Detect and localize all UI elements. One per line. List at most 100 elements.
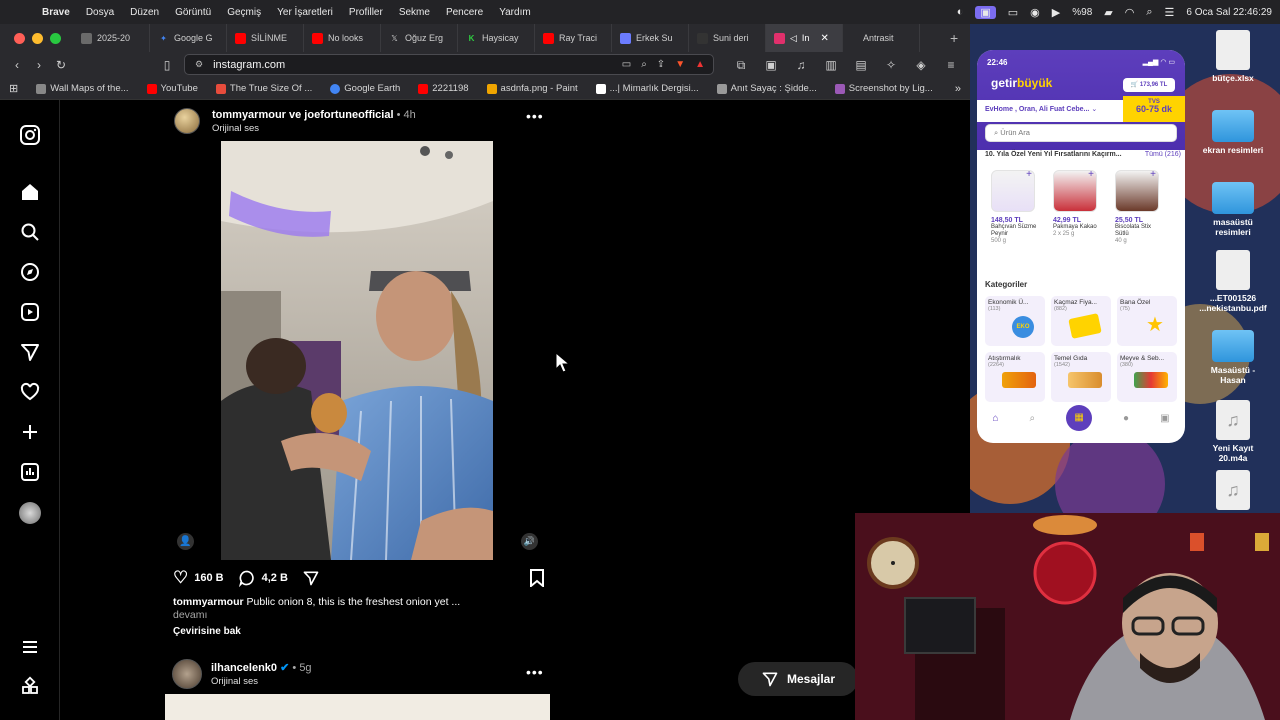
bookmark-item[interactable]: YouTube [138, 83, 207, 94]
category-tile[interactable]: Ekonomik Ü... (113) EKO [985, 296, 1045, 346]
comment-count[interactable]: 4,2 B [262, 572, 288, 584]
cast-icon[interactable]: ▭ [622, 59, 631, 70]
category-tile[interactable]: Atıştırmalık (2264) [985, 352, 1045, 402]
post-author-name[interactable]: tommyarmour ve joefortuneofficial [212, 109, 394, 121]
tab[interactable]: Ray Traci [535, 24, 612, 52]
caption-username[interactable]: tommyarmour [173, 596, 244, 608]
like-count[interactable]: 160 B [194, 572, 223, 584]
wifi-icon[interactable]: ◠ [1125, 6, 1135, 19]
screen-share-icon[interactable]: ▣ [975, 5, 996, 19]
menu-yer-isaretleri[interactable]: Yer İşaretleri [269, 7, 341, 18]
bookmark-item[interactable]: asdnfa.png - Paint [478, 83, 587, 94]
product-card[interactable]: + 148,50 TL Bahçıvan Süzme Peynir 500 g [991, 169, 1041, 245]
post-more-options-icon[interactable]: ••• [526, 664, 544, 680]
post-author[interactable]: tommyarmour ve joefortuneofficial • 4h [212, 109, 416, 121]
gift-icon[interactable]: ▣ [1160, 413, 1169, 424]
bookmark-item[interactable]: Screenshot by Lig... [826, 83, 942, 94]
extensions-icon[interactable]: ⧉ [730, 58, 752, 73]
getir-menu-icon[interactable]: ▦ [1066, 405, 1093, 431]
close-window-button[interactable] [14, 32, 25, 44]
menu-goruntu[interactable]: Görüntü [167, 7, 219, 18]
bookmark-item[interactable]: Wall Maps of the... [27, 83, 137, 94]
record-icon[interactable]: ◉ [1030, 6, 1040, 19]
profile-icon[interactable]: ● [1123, 413, 1129, 424]
search-icon[interactable]: ⌕ [1146, 6, 1152, 19]
share-icon[interactable] [302, 569, 320, 587]
close-tab-icon[interactable]: ✕ [820, 33, 828, 44]
post-author-avatar[interactable] [172, 659, 202, 689]
search-icon[interactable] [19, 221, 41, 243]
menu-yardim[interactable]: Yardım [491, 7, 539, 18]
sidebar-icon[interactable]: ▥ [820, 58, 842, 72]
product-card[interactable]: + 42,99 TL Pakmaya Kakao 2 x 25 g [1053, 169, 1103, 238]
reel-video[interactable]: 👤 🔊 [165, 141, 550, 560]
bookmark-item[interactable]: The True Size Of ... [207, 83, 321, 94]
play-icon[interactable]: ▶ [1052, 6, 1060, 19]
new-tab-button[interactable]: + [950, 30, 958, 46]
apps-icon[interactable]: ⊞ [0, 82, 27, 95]
category-tile[interactable]: Temel Gıda (1542) [1051, 352, 1111, 402]
profile-avatar[interactable] [19, 502, 41, 524]
dashboard-icon[interactable] [19, 461, 41, 483]
vpn-icon[interactable]: ◈ [910, 58, 932, 72]
category-tile[interactable]: Bana Özel (75) ★ [1117, 296, 1177, 346]
menu-gecmis[interactable]: Geçmiş [219, 7, 269, 18]
tab[interactable]: Antrasit [843, 24, 920, 52]
brave-shields-icon[interactable]: ▼ [675, 59, 685, 70]
screenshot-icon[interactable]: ▣ [760, 58, 782, 72]
user-tag-icon[interactable]: 👤 [177, 533, 194, 550]
tab[interactable]: 𝕏 Oğuz Erg [381, 24, 458, 52]
clock[interactable]: 6 Oca Sal 22:46:29 [1186, 7, 1272, 18]
cart-button[interactable]: 🛒 173,96 TL [1123, 78, 1175, 92]
comment-icon[interactable] [238, 569, 256, 587]
menu-sekme[interactable]: Sekme [391, 7, 438, 18]
menu-profiller[interactable]: Profiller [341, 7, 391, 18]
music-icon[interactable]: ♫ [790, 58, 812, 72]
product-card[interactable]: + 25,50 TL Biscolata Stix Sütlü 40 g [1115, 169, 1165, 245]
menu-dosya[interactable]: Dosya [78, 7, 122, 18]
desktop-icon-file[interactable]: ...ET001526 ...nekistanbu.pdf [1198, 250, 1268, 313]
mute-toggle-icon[interactable]: 🔊 [521, 533, 538, 550]
speaker-icon[interactable]: ◁ [790, 33, 797, 44]
display-icon[interactable]: ▭ [1008, 6, 1018, 19]
also-from-meta-icon[interactable] [19, 676, 41, 698]
bookmark-item[interactable]: Anıt Sayaç : Şidde... [708, 83, 826, 94]
tab[interactable]: K Haysicay [458, 24, 535, 52]
add-to-cart-plus-icon[interactable]: + [1026, 169, 1032, 180]
tab[interactable]: SİLİNME [227, 24, 304, 52]
translate-link[interactable]: Çevirisine bak [173, 626, 553, 637]
desktop-icon-folder[interactable]: ekran resimleri [1198, 110, 1268, 155]
post-audio[interactable]: Orijinal ses [211, 676, 312, 687]
add-to-cart-plus-icon[interactable]: + [1150, 169, 1156, 180]
forward-icon[interactable]: › [28, 58, 50, 72]
status-menu-icon[interactable]: ◐ [957, 6, 964, 18]
notifications-heart-icon[interactable] [19, 381, 41, 403]
tab[interactable]: Suni deri [689, 24, 766, 52]
zoom-window-button[interactable] [50, 32, 61, 44]
tab[interactable]: Erkek Su [612, 24, 689, 52]
desktop-icon-file[interactable]: ♫ [1198, 470, 1268, 513]
instagram-logo-icon[interactable] [19, 124, 41, 146]
like-heart-icon[interactable]: ♡ [173, 568, 188, 588]
category-tile[interactable]: Kaçmaz Fiya... (882) [1051, 296, 1111, 346]
desktop-icon-folder[interactable]: masaüstü resimleri [1198, 182, 1268, 237]
messages-floating-button[interactable]: Mesajlar [738, 662, 858, 696]
address-bar[interactable]: ⚙ instagram.com ▭ ⌕ ⇪ ▼ ▲ [184, 54, 714, 75]
reels-icon[interactable] [19, 301, 41, 323]
messages-icon[interactable] [19, 341, 41, 363]
bookmark-item[interactable]: ...| Mimarlık Dergisi... [587, 83, 708, 94]
share-icon[interactable]: ⇪ [657, 59, 665, 70]
desktop-icon-file[interactable]: bütçe.xlsx [1198, 30, 1268, 83]
back-icon[interactable]: ‹ [6, 58, 28, 72]
category-tile[interactable]: Meyve & Seb... (380) [1117, 352, 1177, 402]
menu-icon[interactable]: ≡ [940, 58, 962, 72]
save-bookmark-icon[interactable] [529, 569, 545, 587]
tab[interactable]: No looks [304, 24, 381, 52]
menu-app-name[interactable]: Brave [34, 7, 78, 18]
more-menu-icon[interactable] [19, 636, 41, 658]
bookmark-item[interactable]: Google Earth [321, 83, 409, 94]
explore-compass-icon[interactable] [19, 261, 41, 283]
brave-rewards-icon[interactable]: ▲ [695, 59, 705, 70]
tab[interactable]: ✦ Google G [150, 24, 227, 52]
post-audio[interactable]: Orijinal ses [212, 123, 416, 134]
